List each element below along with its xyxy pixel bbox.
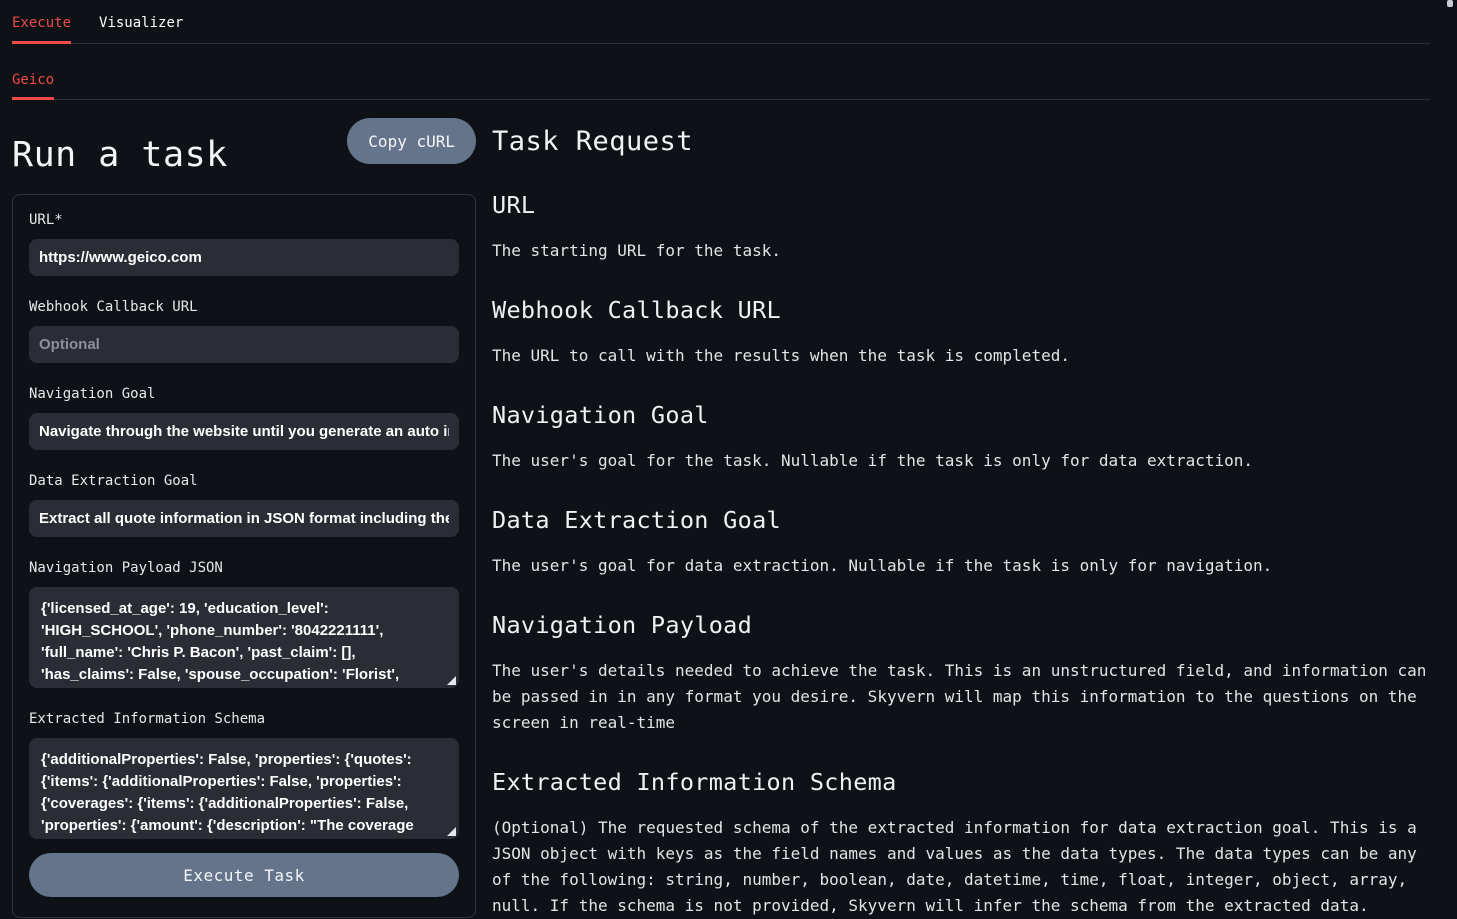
webhook-callback-input[interactable] xyxy=(29,326,459,363)
navigation-payload-wrap: {'licensed_at_age': 19, 'education_level… xyxy=(29,587,459,688)
tab-execute[interactable]: Execute xyxy=(12,0,71,43)
navigation-payload-field: Navigation Payload JSON {'licensed_at_ag… xyxy=(29,560,459,688)
run-task-header: Run a task Copy cURL xyxy=(12,118,476,178)
doc-heading-data-extraction-goal: Data Extraction Goal xyxy=(492,505,1430,536)
doc-heading-navigation-payload: Navigation Payload xyxy=(492,610,1430,641)
doc-section-url: URL The starting URL for the task. xyxy=(492,190,1430,264)
docs-title: Task Request xyxy=(492,124,1430,159)
navigation-goal-input[interactable] xyxy=(29,413,459,450)
data-extraction-goal-field: Data Extraction Goal xyxy=(29,473,459,537)
doc-body-webhook-callback-url: The URL to call with the results when th… xyxy=(492,343,1430,369)
webhook-callback-label: Webhook Callback URL xyxy=(29,299,459,316)
tab-geico[interactable]: Geico xyxy=(12,44,54,99)
extracted-schema-wrap: {'additionalProperties': False, 'propert… xyxy=(29,738,459,839)
url-field: URL* xyxy=(29,212,459,276)
docs-panel: Task Request URL The starting URL for th… xyxy=(492,118,1430,919)
doc-section-extracted-information-schema: Extracted Information Schema (Optional) … xyxy=(492,767,1430,919)
copy-curl-button[interactable]: Copy cURL xyxy=(347,118,476,164)
doc-body-url: The starting URL for the task. xyxy=(492,238,1430,264)
url-input[interactable] xyxy=(29,239,459,276)
data-extraction-goal-input[interactable] xyxy=(29,500,459,537)
secondary-tabbar: Geico xyxy=(12,44,1430,100)
tab-geico-label: Geico xyxy=(12,72,54,88)
doc-heading-navigation-goal: Navigation Goal xyxy=(492,400,1430,431)
resize-grip-icon[interactable] xyxy=(447,676,456,685)
data-extraction-goal-label: Data Extraction Goal xyxy=(29,473,459,490)
primary-tabbar: Execute Visualizer xyxy=(12,0,1430,44)
doc-body-navigation-payload: The user's details needed to achieve the… xyxy=(492,658,1430,736)
url-label: URL* xyxy=(29,212,459,229)
doc-section-data-extraction-goal: Data Extraction Goal The user's goal for… xyxy=(492,505,1430,579)
tab-execute-label: Execute xyxy=(12,15,71,31)
extracted-schema-textarea[interactable]: {'additionalProperties': False, 'propert… xyxy=(29,738,459,839)
webhook-callback-field: Webhook Callback URL xyxy=(29,299,459,363)
page-title: Run a task xyxy=(12,132,228,178)
navigation-payload-label: Navigation Payload JSON xyxy=(29,560,459,577)
scrollbar-thumb-fragment[interactable] xyxy=(1447,0,1453,7)
doc-section-navigation-payload: Navigation Payload The user's details ne… xyxy=(492,610,1430,736)
main-content: Run a task Copy cURL URL* Webhook Callba… xyxy=(0,100,1457,919)
task-form-card: URL* Webhook Callback URL Navigation Goa… xyxy=(12,194,476,918)
tab-visualizer-label: Visualizer xyxy=(99,15,183,31)
execute-task-button[interactable]: Execute Task xyxy=(29,853,459,897)
doc-body-extracted-information-schema: (Optional) The requested schema of the e… xyxy=(492,815,1430,919)
doc-body-navigation-goal: The user's goal for the task. Nullable i… xyxy=(492,448,1430,474)
app-root: Execute Visualizer Geico Run a task Copy… xyxy=(0,0,1457,895)
run-task-panel: Run a task Copy cURL URL* Webhook Callba… xyxy=(12,118,476,918)
navigation-payload-textarea[interactable]: {'licensed_at_age': 19, 'education_level… xyxy=(29,587,459,688)
extracted-schema-field: Extracted Information Schema {'additiona… xyxy=(29,711,459,839)
navigation-goal-label: Navigation Goal xyxy=(29,386,459,403)
resize-grip-icon[interactable] xyxy=(447,827,456,836)
doc-section-navigation-goal: Navigation Goal The user's goal for the … xyxy=(492,400,1430,474)
tab-visualizer[interactable]: Visualizer xyxy=(99,0,183,43)
doc-section-webhook-callback-url: Webhook Callback URL The URL to call wit… xyxy=(492,295,1430,369)
doc-heading-url: URL xyxy=(492,190,1430,221)
doc-body-data-extraction-goal: The user's goal for data extraction. Nul… xyxy=(492,553,1430,579)
navigation-goal-field: Navigation Goal xyxy=(29,386,459,450)
extracted-schema-label: Extracted Information Schema xyxy=(29,711,459,728)
doc-heading-extracted-information-schema: Extracted Information Schema xyxy=(492,767,1430,798)
doc-heading-webhook-callback-url: Webhook Callback URL xyxy=(492,295,1430,326)
